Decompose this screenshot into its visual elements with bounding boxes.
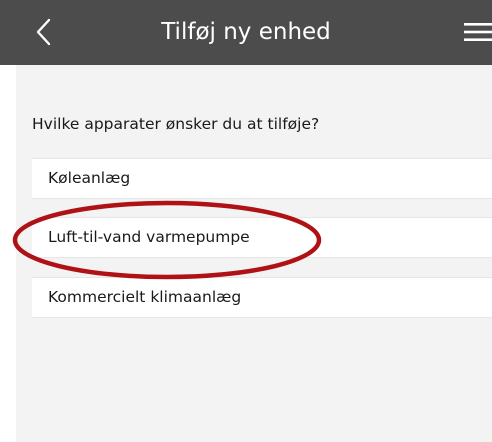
option-kommercielt-klimaanlaeg[interactable]: Kommercielt klimaanlæg xyxy=(32,277,492,318)
hamburger-menu-icon xyxy=(464,23,492,41)
option-label: Kommercielt klimaanlæg xyxy=(48,288,242,306)
option-luft-til-vand-varmepumpe[interactable]: Luft-til-vand varmepumpe xyxy=(32,217,492,258)
menu-button[interactable] xyxy=(464,18,492,46)
content-area: Hvilke apparater ønsker du at tilføje? K… xyxy=(16,65,492,442)
top-bar: Tilføj ny enhed xyxy=(0,0,492,65)
question-label: Hvilke apparater ønsker du at tilføje? xyxy=(32,115,320,133)
page-title: Tilføj ny enhed xyxy=(161,19,331,45)
option-koleanlaeg[interactable]: Køleanlæg xyxy=(32,158,492,199)
option-label: Luft-til-vand varmepumpe xyxy=(48,228,250,246)
option-label: Køleanlæg xyxy=(48,169,131,187)
screen: Tilføj ny enhed Hvilke apparater ønsker … xyxy=(0,0,492,442)
